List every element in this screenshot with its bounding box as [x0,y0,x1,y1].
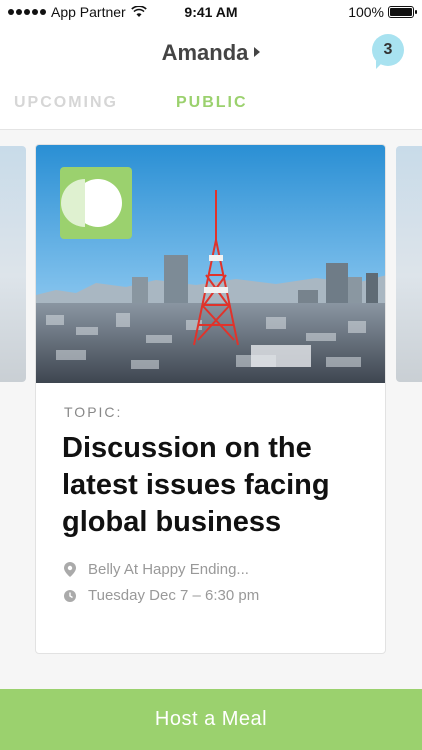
location-text: Belly At Happy Ending... [88,561,249,578]
previous-card-peek[interactable] [0,146,26,382]
location-row: Belly At Happy Ending... [64,561,249,578]
meal-card[interactable]: TOPIC: Discussion on the latest issues f… [35,144,386,654]
tab-upcoming[interactable]: UPCOMING [14,94,118,112]
user-switcher[interactable]: Amanda [0,40,422,66]
header: Amanda 3 [0,24,422,80]
tab-public[interactable]: PUBLIC [176,94,248,112]
meal-title: Discussion on the latest issues facing g… [62,432,330,538]
notification-count: 3 [383,41,393,58]
status-left: App Partner [8,4,147,20]
carrier-name: App Partner [51,4,126,20]
pattern-logo-icon [60,167,132,239]
battery-percent: 100% [348,4,384,20]
caret-right-icon [254,47,261,57]
battery-icon [388,6,417,18]
location-pin-icon [64,562,76,577]
status-right: 100% [348,4,417,20]
tab-bar: UPCOMING PUBLIC [0,80,422,130]
datetime-text: Tuesday Dec 7 – 6:30 pm [88,587,260,604]
topic-label: TOPIC: [64,404,123,420]
time-row: Tuesday Dec 7 – 6:30 pm [64,587,259,604]
host-a-meal-button[interactable]: Host a Meal [0,689,422,750]
status-time: 9:41 AM [184,4,238,20]
next-card-peek[interactable] [396,146,422,382]
signal-icon [8,9,46,15]
clock-icon [64,589,76,602]
user-name: Amanda [161,40,249,65]
wifi-icon [130,6,147,17]
notification-badge[interactable]: 3 [372,34,404,69]
status-bar: App Partner 9:41 AM 100% [0,0,422,24]
host-a-meal-label: Host a Meal [154,708,268,730]
